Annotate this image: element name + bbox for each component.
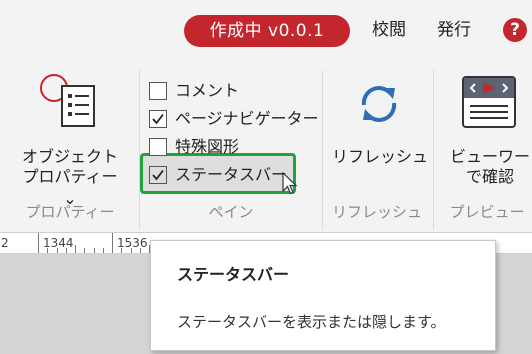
tooltip-title: ステータスバー xyxy=(177,265,290,284)
ruler-tick xyxy=(66,248,67,253)
option-comment[interactable]: コメント xyxy=(149,79,239,103)
ruler-tick xyxy=(112,233,113,253)
option-comment-label: コメント xyxy=(175,81,240,100)
tooltip-description: ステータスバーを表示または隠します。 xyxy=(177,313,446,331)
viewer-preview-label-line1: ビューワー xyxy=(449,147,530,166)
option-page-navigator[interactable]: ページナビゲーター xyxy=(149,107,319,131)
ruler-tick xyxy=(75,245,76,253)
group-label-refresh: リフレッシュ xyxy=(331,203,422,221)
object-properties-icon xyxy=(40,74,95,127)
option-page-navigator-label: ページナビゲーター xyxy=(175,109,319,128)
checkmark-icon xyxy=(152,113,164,125)
top-bar: 作成中 v0.0.1 校閲 発行 ? xyxy=(0,0,532,60)
ruler-tick xyxy=(57,248,58,253)
group-label-preview: プレビュー xyxy=(449,203,525,221)
menu-publish[interactable]: 発行 xyxy=(437,18,471,42)
ruler-label: 2 xyxy=(1,236,9,250)
version-status-badge[interactable]: 作成中 v0.0.1 xyxy=(184,15,350,47)
status-bar-checkbox[interactable] xyxy=(149,166,167,184)
checkmark-icon xyxy=(152,169,164,181)
refresh-icon xyxy=(361,86,397,122)
special-shapes-checkbox[interactable] xyxy=(149,138,167,156)
menu-review[interactable]: 校閲 xyxy=(372,18,406,42)
option-special-shapes-label: 特殊図形 xyxy=(175,137,240,156)
mouse-cursor-icon xyxy=(282,172,298,195)
refresh-button-label: リフレッシュ xyxy=(331,147,428,166)
option-status-bar-label: ステータスバー xyxy=(175,165,288,184)
viewer-preview-label-line2: で確認 xyxy=(465,167,514,186)
tooltip: ステータスバー ステータスバーを表示または隠します。 xyxy=(150,240,496,351)
ruler-tick xyxy=(38,233,39,253)
help-icon[interactable]: ? xyxy=(503,18,527,42)
ruler-tick xyxy=(131,248,132,253)
ruler-tick xyxy=(94,248,95,253)
group-label-pane: ペイン xyxy=(208,203,254,221)
ruler-tick xyxy=(103,248,104,253)
option-special-shapes[interactable]: 特殊図形 xyxy=(149,135,239,159)
ruler-tick xyxy=(84,248,85,253)
object-properties-label-line1: オブジェクト xyxy=(21,147,118,166)
ruler-tick xyxy=(47,248,48,253)
ruler-tick xyxy=(140,248,141,253)
viewer-preview-icon xyxy=(462,76,516,128)
comment-checkbox[interactable] xyxy=(149,82,167,100)
group-label-properties: プロパティー xyxy=(25,203,115,221)
ruler-tick xyxy=(121,248,122,253)
page-navigator-checkbox[interactable] xyxy=(149,110,167,128)
option-status-bar[interactable]: ステータスバー xyxy=(149,163,287,187)
